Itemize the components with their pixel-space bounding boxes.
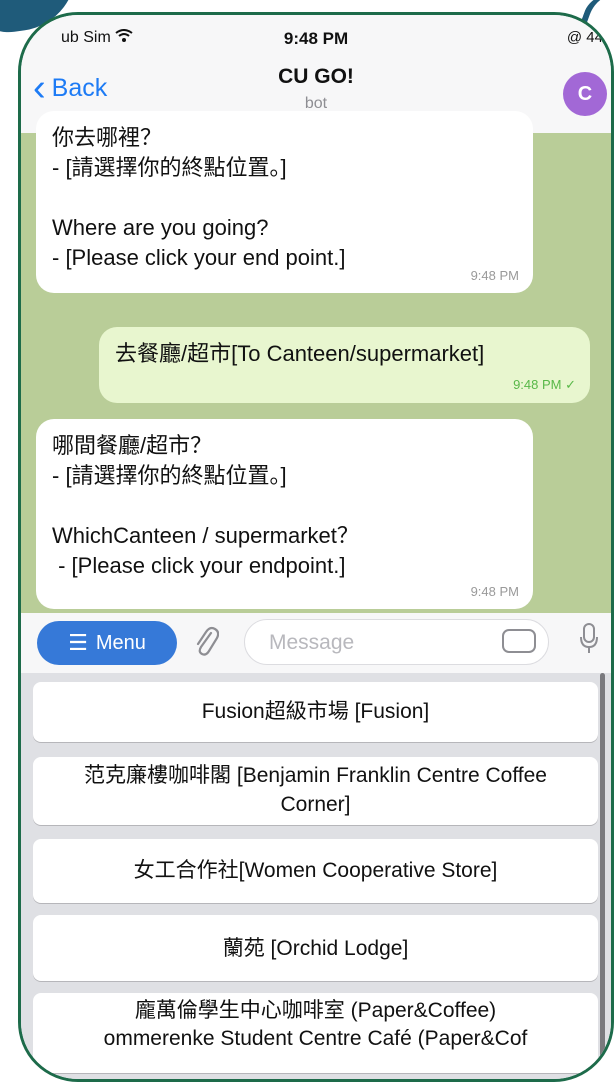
message-timestamp: 9:48 PM	[470, 584, 519, 599]
message-line: 你去哪裡？	[52, 125, 163, 150]
menu-label: Menu	[95, 631, 146, 654]
hamburger-icon: ☰	[68, 630, 88, 655]
message-line: 哪間餐廳/超市？	[52, 433, 213, 458]
keyboard-button-women-cooperative[interactable]: 女工合作社[Women Cooperative Store]	[33, 839, 598, 903]
message-line: - [Please click your endpoint.]	[52, 553, 346, 578]
message-line: - [Please click your end point.]	[52, 245, 346, 270]
keyboard-button-label: 蘭苑 [Orchid Lodge]	[222, 937, 409, 960]
keyboard-button-label: 范克廉樓咖啡閣 [Benjamin Franklin Centre Coffee	[84, 764, 547, 787]
message-list[interactable]: 你去哪裡？ - [請選擇你的終點位置。] Where are you going…	[21, 111, 611, 613]
message-line	[52, 491, 517, 521]
battery-label: @ 44	[566, 29, 603, 46]
attachment-paperclip-icon[interactable]	[193, 625, 220, 667]
message-input-bar: ☰ Menu Message	[21, 613, 611, 673]
message-line: - [請選擇你的終點位置。]	[52, 463, 287, 488]
incoming-message: 你去哪裡？ - [請選擇你的終點位置。] Where are you going…	[36, 111, 533, 293]
message-line: - [請選擇你的終點位置。]	[52, 155, 287, 180]
reply-keyboard: Fusion超級市場 [Fusion] 范克廉樓咖啡閣 [Benjamin Fr…	[21, 673, 611, 1079]
message-timestamp: 9:48 PM ✓	[513, 377, 576, 392]
message-line	[52, 183, 517, 213]
message-line: 去餐廳/超市[To Canteen/supermarket]	[115, 341, 485, 366]
microphone-icon[interactable]	[579, 623, 599, 655]
avatar[interactable]: C	[563, 72, 607, 116]
chat-title[interactable]: CU GO!	[21, 65, 611, 89]
keyboard-icon[interactable]	[502, 629, 536, 653]
outgoing-message: 去餐廳/超市[To Canteen/supermarket] 9:48 PM ✓	[99, 327, 590, 403]
keyboard-button-label: 女工合作社[Women Cooperative Store]	[133, 859, 498, 882]
message-timestamp: 9:48 PM	[470, 268, 519, 283]
message-line: Where are you going?	[52, 215, 269, 240]
phone-frame: ub Sim 9:48 PM @ 44 ‹ Back CU GO! bot C …	[18, 12, 614, 1082]
message-line: WhichCanteen / supermarket？	[52, 523, 359, 548]
message-placeholder: Message	[269, 631, 355, 654]
keyboard-button-label: ommerenke Student Centre Café (Paper&Cof	[103, 1027, 528, 1050]
keyboard-button-label: 龐萬倫學生中心咖啡室 (Paper&Coffee)	[134, 999, 497, 1022]
keyboard-button-fusion[interactable]: Fusion超級市場 [Fusion]	[33, 682, 598, 742]
keyboard-button-label: Fusion超級市場 [Fusion]	[201, 700, 430, 723]
keyboard-button-benjamin-franklin[interactable]: 范克廉樓咖啡閣 [Benjamin Franklin Centre Coffee…	[33, 757, 598, 825]
keyboard-button-label: Corner]	[280, 793, 351, 816]
message-input[interactable]: Message	[244, 619, 549, 665]
keyboard-scrollbar[interactable]	[600, 673, 605, 1073]
incoming-message: 哪間餐廳/超市？ - [請選擇你的終點位置。] WhichCanteen / s…	[36, 419, 533, 609]
menu-button[interactable]: ☰ Menu	[37, 621, 177, 665]
status-time: 9:48 PM	[283, 29, 349, 48]
status-bar: ub Sim 9:48 PM @ 44	[21, 15, 611, 55]
keyboard-button-paper-coffee[interactable]: 龐萬倫學生中心咖啡室 (Paper&Coffee) ommerenke Stud…	[33, 993, 598, 1073]
keyboard-button-orchid-lodge[interactable]: 蘭苑 [Orchid Lodge]	[33, 915, 598, 981]
